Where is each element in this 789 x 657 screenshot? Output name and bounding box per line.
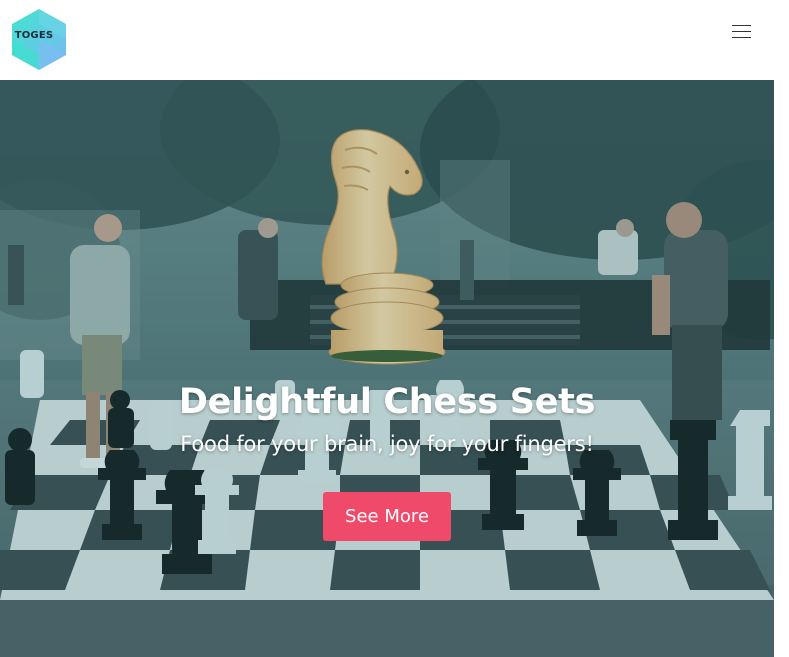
page: TOGES Delightful Chess Sets Food for you… bbox=[0, 0, 789, 657]
hero-tint-overlay bbox=[0, 80, 774, 657]
page-right-gutter bbox=[774, 0, 789, 657]
logo-text: TOGES bbox=[14, 30, 54, 41]
hamburger-bar-icon bbox=[732, 31, 751, 32]
see-more-button[interactable]: See More bbox=[323, 492, 451, 541]
hero-subtitle: Food for your brain, joy for your finger… bbox=[180, 432, 594, 456]
hamburger-bar-icon bbox=[732, 25, 751, 26]
hamburger-bar-icon bbox=[732, 37, 751, 38]
hero-section: Delightful Chess Sets Food for your brai… bbox=[0, 80, 774, 657]
hamburger-menu-button[interactable] bbox=[726, 18, 758, 46]
hero-title: Delightful Chess Sets bbox=[178, 382, 596, 422]
brand-logo[interactable]: TOGES bbox=[11, 8, 68, 71]
site-header: TOGES bbox=[0, 0, 774, 80]
